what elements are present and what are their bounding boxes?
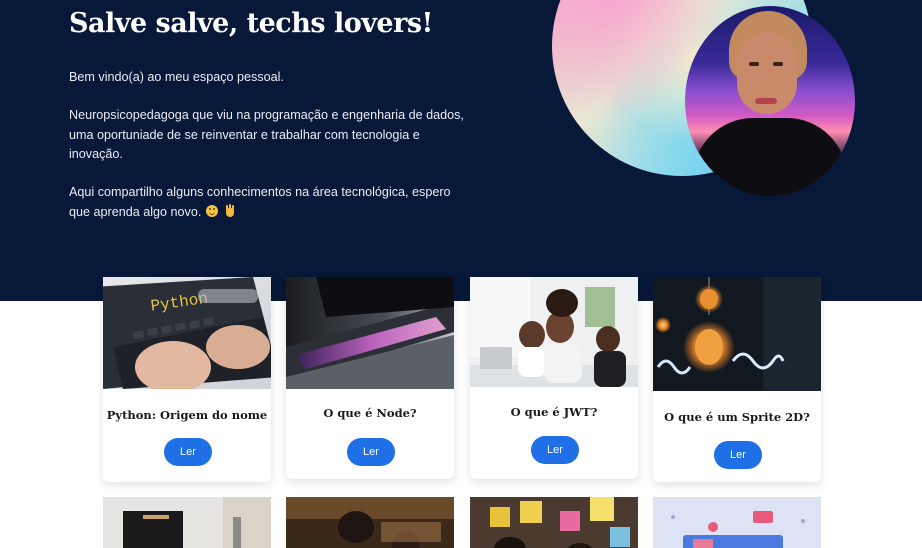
avatar-eye-left — [749, 62, 759, 66]
article-card-row2-4[interactable] — [653, 497, 821, 548]
article-card-sprite[interactable]: O que é um Sprite 2D? Ler — [653, 277, 821, 482]
intro-welcome: Bem vindo(a) ao meu espaço pessoal. — [69, 70, 284, 84]
avatar-eye-right — [773, 62, 783, 66]
article-card-row2-3[interactable] — [470, 497, 638, 548]
intro-purpose: Aqui compartilho alguns conhecimentos na… — [69, 183, 469, 222]
card-image-office — [470, 277, 638, 387]
avatar-lips — [755, 98, 777, 104]
card-title: O que é JWT? — [510, 405, 598, 419]
card-image-python: Python — [103, 277, 271, 389]
intro-purpose-text: Aqui compartilho alguns conhecimentos na… — [69, 185, 451, 219]
article-card-row2-1[interactable] — [103, 497, 271, 548]
card-title: O que é um Sprite 2D? — [664, 410, 810, 424]
read-button[interactable]: Ler — [531, 436, 579, 464]
card-image-bulbs — [653, 277, 821, 391]
article-card-python[interactable]: Python Python: Origem do nome Ler — [103, 277, 271, 482]
waving-hand-icon — [224, 204, 236, 217]
card-title: O que é Node? — [323, 406, 417, 420]
avatar-body — [693, 118, 847, 196]
article-card-jwt[interactable]: O que é JWT? Ler — [470, 277, 638, 479]
article-card-node[interactable]: O que é Node? Ler — [286, 277, 454, 479]
intro-bio: Neuropsicopedagoga que viu na programaçã… — [69, 108, 464, 161]
smiling-face-icon — [206, 204, 219, 217]
read-button[interactable]: Ler — [164, 438, 212, 466]
page-title: Salve salve, techs lovers! — [69, 8, 433, 39]
read-button[interactable]: Ler — [714, 441, 762, 469]
profile-avatar — [685, 6, 855, 196]
card-title: Python: Origem do nome — [106, 408, 268, 422]
article-card-row2-2[interactable] — [286, 497, 454, 548]
card-image-laptop — [286, 277, 454, 389]
read-button[interactable]: Ler — [347, 438, 395, 466]
hero-section: Salve salve, techs lovers! Bem vindo(a) … — [0, 0, 922, 301]
